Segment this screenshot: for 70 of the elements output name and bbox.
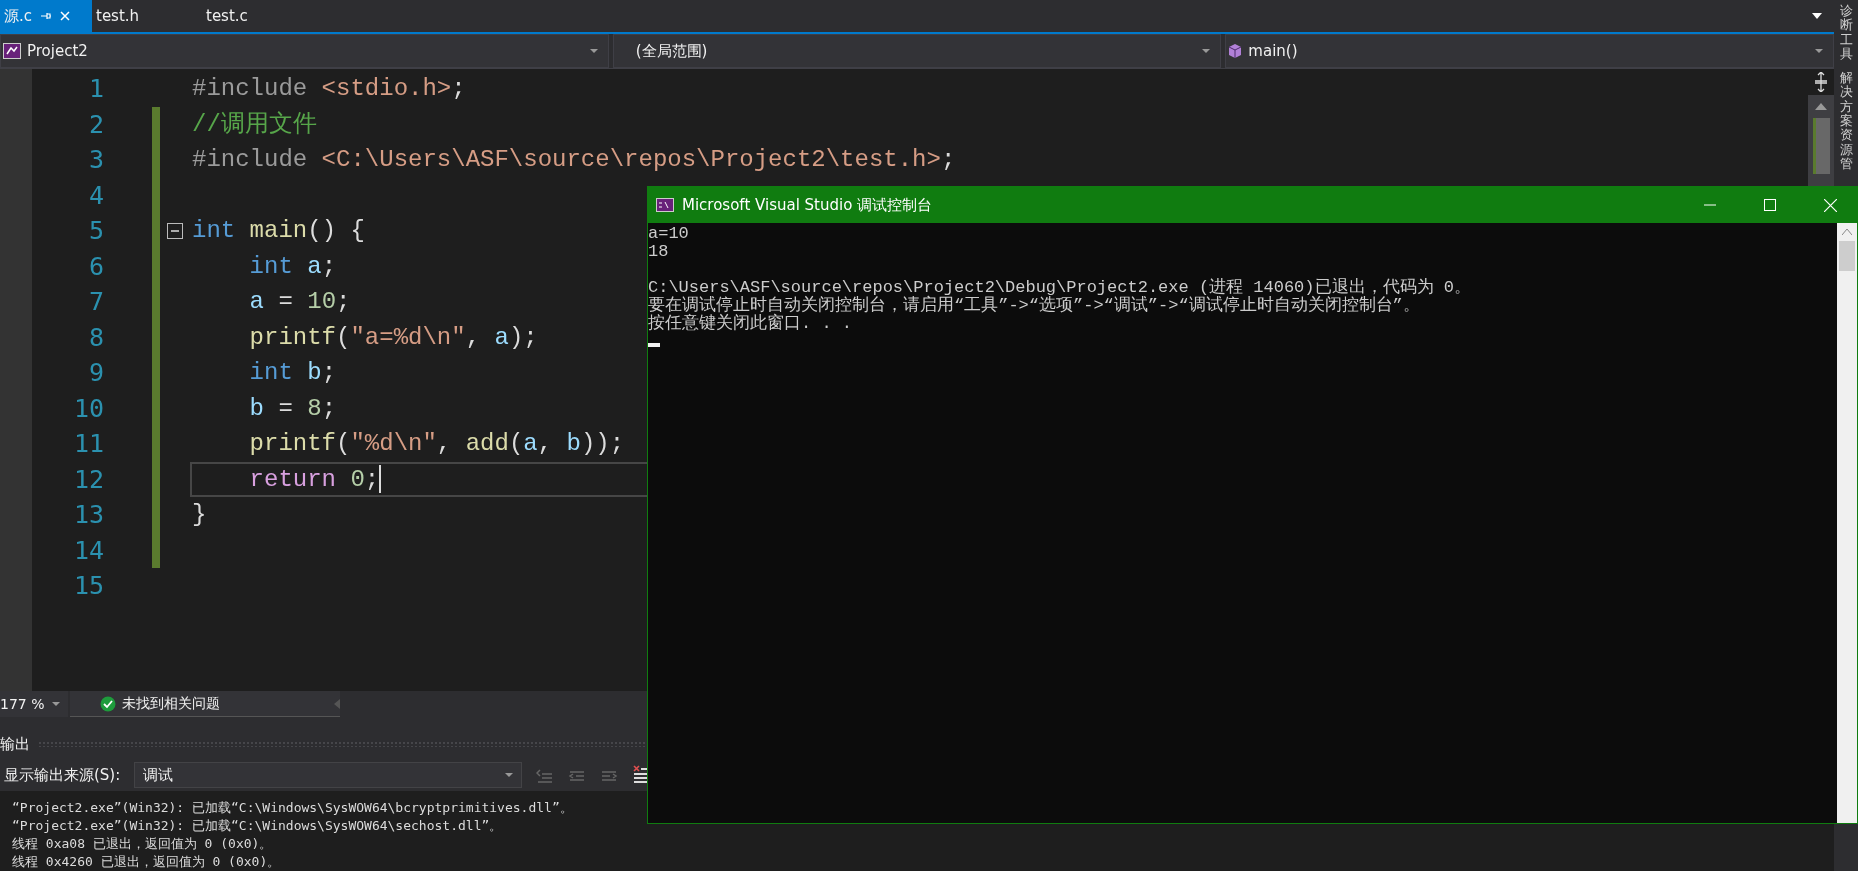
code-line: printf("%d\n", add(a, b));: [248, 429, 626, 460]
console-line: a=10: [648, 225, 689, 243]
maximize-icon: [1764, 199, 1776, 211]
caret-icon: [589, 49, 598, 53]
code-line: b = 8;: [248, 393, 338, 424]
file-tab[interactable]: 源.c: [0, 0, 92, 32]
scroll-up-icon: [1842, 229, 1852, 235]
file-tab[interactable]: test.h: [92, 0, 186, 32]
line-number: 3: [87, 144, 104, 176]
line-number: 11: [72, 428, 104, 460]
code-line: printf("a=%d\n", a);: [248, 322, 539, 353]
console-line: C:\Users\ASF\source\repos\Project2\Debug\Project2.exe (进程 14060)已退出，代码为 0。: [648, 277, 1471, 297]
project-icon: [3, 43, 21, 59]
scroll-thumb[interactable]: [1812, 118, 1830, 174]
code-line: int a;: [248, 251, 338, 282]
caret-icon: [52, 702, 61, 706]
cube-icon: [1228, 43, 1243, 59]
zoom-dropdown[interactable]: 177 %: [0, 691, 68, 717]
line-number: 14: [72, 534, 104, 567]
scroll-thumb[interactable]: [1839, 241, 1855, 271]
console-line: 按任意键关闭此窗口. . .: [648, 315, 852, 333]
project-dropdown[interactable]: Project2: [0, 34, 609, 68]
console-line: 18: [648, 243, 669, 261]
find-message-icon: [536, 766, 555, 784]
caret-icon: [1815, 49, 1823, 53]
scroll-up-icon: [1815, 103, 1827, 110]
caret-icon: [505, 773, 514, 777]
panel-title: 输出: [0, 734, 30, 754]
member-dropdown[interactable]: main(): [1225, 34, 1834, 68]
output-line: 线程 0x4260 已退出，返回值为 0 (0x0)。: [12, 853, 282, 871]
line-number: 9: [87, 357, 104, 389]
code-line: #include <C:\Users\ASF\source\repos\Project2\test.h>;: [191, 145, 957, 176]
source-label: 显示输出来源(S):: [4, 765, 121, 785]
code-line: a = 10;: [248, 287, 352, 318]
caret-icon: [1202, 49, 1211, 53]
scroll-left-icon: [334, 698, 340, 709]
line-number: 6: [87, 250, 104, 283]
output-line: 线程 0xa08 已退出，返回值为 0 (0x0)。: [12, 835, 274, 853]
side-tab[interactable]: 诊断工具: [1839, 4, 1853, 62]
console-cursor: [648, 343, 660, 347]
output-line: “Project2.exe”(Win32): 已加载“C:\Windows\SysWOW64\bcryptprimitives.dll”。: [12, 799, 574, 817]
line-number: 15: [72, 570, 104, 602]
console-icon: [656, 198, 674, 212]
close-icon: [60, 11, 70, 21]
text-cursor: [379, 465, 382, 494]
issues-indicator[interactable]: 未找到相关问题: [70, 691, 340, 717]
line-number: 2: [87, 108, 104, 141]
line-number: 10: [72, 392, 104, 425]
console-line: 要在调试停止时自动关闭控制台，请启用“工具”->“选项”->“调试”->“调试停止时自动关闭控制台”。: [648, 297, 1420, 315]
code-line: int main() {: [191, 216, 366, 247]
scope-dropdown[interactable]: (全局范围): [612, 34, 1222, 68]
line-number: 5: [87, 215, 104, 247]
code-line: int b;: [248, 358, 338, 389]
file-tab[interactable]: test.c: [186, 0, 296, 32]
line-number: 7: [87, 286, 104, 318]
line-number: 12: [72, 463, 104, 496]
code-line: #include <stdio.h>;: [191, 74, 467, 105]
code-line: }: [191, 500, 208, 531]
check-icon: [100, 695, 116, 712]
line-number: 4: [87, 179, 104, 212]
code-line: //调用文件: [191, 109, 318, 140]
line-number: 8: [87, 321, 104, 354]
close-icon: [1824, 198, 1837, 212]
dropdown-icon: [1812, 13, 1822, 19]
line-number: 13: [72, 499, 104, 531]
window-title: Microsoft Visual Studio 调试控制台: [682, 195, 933, 215]
line-number: 1: [87, 73, 104, 105]
source-dropdown[interactable]: 调试: [134, 762, 523, 788]
side-tab[interactable]: 解决方案资源管: [1839, 71, 1853, 172]
output-line: “Project2.exe”(Win32): 已加载“C:\Windows\SysWOW64\sechost.dll”。: [12, 817, 504, 835]
